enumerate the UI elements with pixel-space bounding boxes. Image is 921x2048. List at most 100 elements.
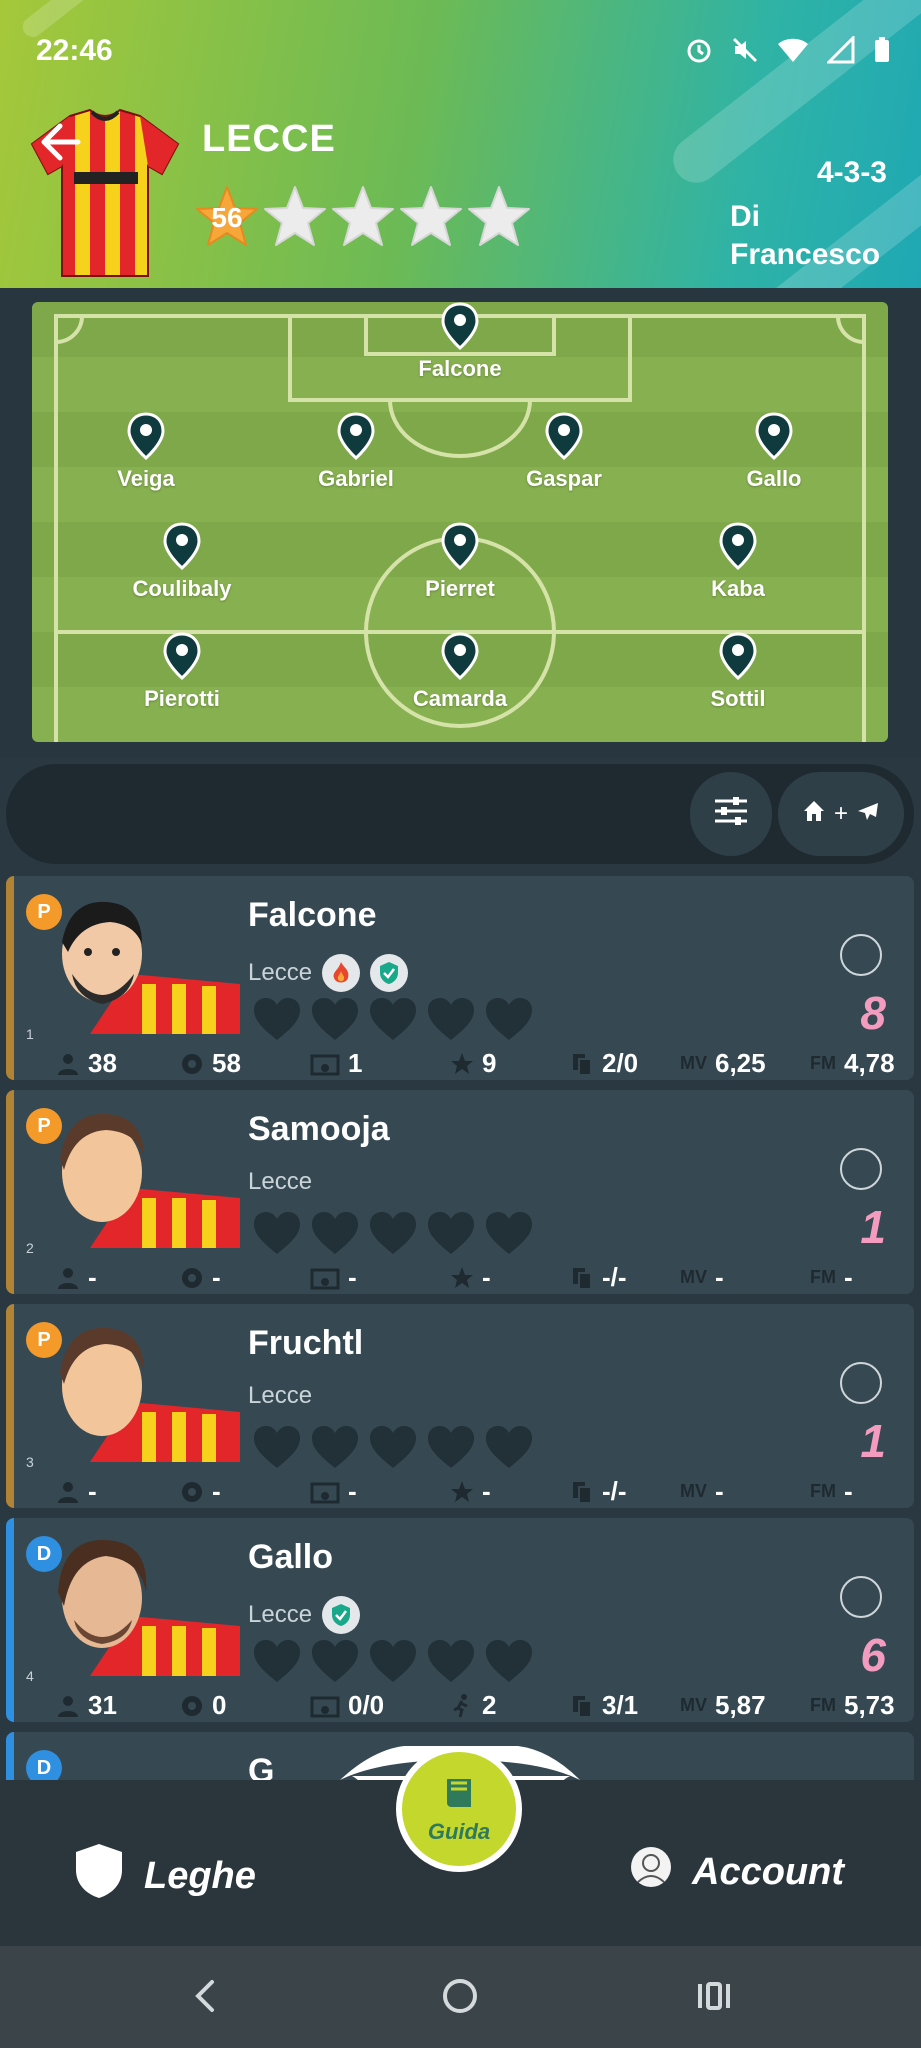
mute-icon <box>731 36 759 69</box>
star-icon <box>451 1266 473 1288</box>
rating-hearts <box>252 1638 534 1684</box>
rating-hearts <box>252 996 534 1042</box>
heart-icon <box>428 1212 474 1254</box>
player-card[interactable]: D 4 Gallo Lecce 6 31 0 0/0 2 3/1 MV 5,87 … <box>6 1518 914 1722</box>
player-stats-row: - - - - -/- MV - FM - <box>56 1262 914 1293</box>
cards-icon <box>573 1481 592 1504</box>
stat-stars: 9 <box>482 1048 497 1078</box>
stat-penalties: - <box>348 1476 357 1506</box>
pitch-player-camarda[interactable]: Camarda <box>360 632 560 712</box>
person-icon <box>58 1481 78 1503</box>
shield-check-icon <box>370 954 409 992</box>
heart-icon <box>254 1212 300 1254</box>
ball-icon <box>182 1267 202 1288</box>
star-empty-icon <box>330 184 396 250</box>
player-rank: 2 <box>26 1240 34 1256</box>
stat-fm: - <box>844 1476 853 1506</box>
pitch-player-gabriel[interactable]: Gabriel <box>256 412 456 492</box>
system-navigation-bar <box>0 1946 921 2048</box>
home-away-toggle-button[interactable]: + <box>778 772 904 856</box>
stat-presences: - <box>88 1476 97 1506</box>
pitch-player-coulibaly[interactable]: Coulibaly <box>82 522 282 602</box>
shield-check-icon <box>322 1596 361 1634</box>
player-card[interactable]: P 1 Falcone Lecce 8 38 58 1 9 2/0 MV 6,2… <box>6 876 914 1080</box>
heart-icon <box>370 1212 416 1254</box>
heart-icon <box>370 998 416 1040</box>
heart-icon <box>428 998 474 1040</box>
person-icon <box>58 1695 78 1717</box>
nav-guide-label: Guida <box>427 1819 491 1844</box>
pitch-player-name: Kaba <box>711 576 765 601</box>
stat-mv: 5,87 <box>715 1690 766 1720</box>
stat-mv: - <box>715 1262 724 1292</box>
team-coach: Di Francesco <box>730 200 881 271</box>
pitch-field: Falcone Veiga Gabriel Gaspar Gallo Couli… <box>32 302 888 742</box>
pitch-player-name: Veiga <box>117 466 175 491</box>
system-recents-icon[interactable] <box>694 1976 734 2016</box>
back-arrow-icon[interactable] <box>38 120 82 164</box>
pitch-player-veiga[interactable]: Veiga <box>46 412 246 492</box>
team-rating-stars: 56 <box>194 184 532 250</box>
stat-mv-label: MV <box>680 1695 707 1715</box>
player-score: 8 <box>860 987 886 1039</box>
player-card[interactable]: P 2 Samooja Lecce 1 - - - - -/- MV - FM - <box>6 1090 914 1294</box>
status-bar: 22:46 <box>0 0 921 100</box>
stat-mv: - <box>715 1476 724 1506</box>
pitch-player-falcone[interactable]: Falcone <box>360 302 560 382</box>
running-player-icon <box>453 1693 468 1717</box>
pitch-player-pierret[interactable]: Pierret <box>360 522 560 602</box>
pitch-section: Falcone Veiga Gabriel Gaspar Gallo Couli… <box>0 288 921 758</box>
team-name: LECCE <box>202 118 336 160</box>
home-away-separator: + <box>833 800 848 827</box>
stat-stars: - <box>482 1476 491 1506</box>
fire-icon <box>322 954 361 992</box>
stat-stars: - <box>482 1262 491 1292</box>
player-card[interactable]: P 3 Fruchtl Lecce 1 - - - - -/- MV - FM - <box>6 1304 914 1508</box>
system-back-icon[interactable] <box>186 1976 226 2016</box>
location-pin-icon <box>754 412 794 461</box>
select-player-radio[interactable] <box>840 1362 882 1404</box>
player-team: Lecce <box>248 1168 313 1195</box>
stat-penalties: 1 <box>348 1048 363 1078</box>
rating-hearts <box>252 1210 534 1256</box>
select-player-radio[interactable] <box>840 1576 882 1618</box>
system-home-icon[interactable] <box>440 1976 480 2016</box>
pitch-player-name: Sottil <box>710 686 766 711</box>
nav-guide-button[interactable]: Guida <box>396 1746 522 1872</box>
nav-leagues[interactable]: Leghe <box>74 1842 256 1910</box>
player-score: 1 <box>860 1201 886 1253</box>
sliders-icon <box>713 796 749 833</box>
stat-presences: 38 <box>88 1048 117 1078</box>
alarm-icon <box>685 36 713 69</box>
ball-icon <box>182 1053 202 1074</box>
player-stats-row: 31 0 0/0 2 3/1 MV 5,87 FM 5,73 <box>56 1690 914 1721</box>
pitch-player-sottil[interactable]: Sottil <box>638 632 838 712</box>
player-avatar <box>50 1108 240 1248</box>
nav-account-label: Account <box>692 1850 844 1893</box>
person-icon <box>58 1267 78 1289</box>
rating-hearts <box>252 1424 534 1470</box>
nav-account[interactable]: Account <box>630 1846 844 1898</box>
stat-stars: 2 <box>482 1690 497 1720</box>
pitch-player-kaba[interactable]: Kaba <box>638 522 838 602</box>
location-pin-icon <box>162 632 202 681</box>
player-stats-row: - - - - -/- MV - FM - <box>56 1476 914 1507</box>
player-name: Gallo <box>248 1538 334 1576</box>
goal-net-icon <box>310 1696 340 1717</box>
player-name: Fruchtl <box>248 1324 364 1362</box>
heart-icon <box>486 1212 532 1254</box>
pitch-player-gallo[interactable]: Gallo <box>674 412 874 492</box>
pitch-player-pierotti[interactable]: Pierotti <box>82 632 282 712</box>
select-player-radio[interactable] <box>840 934 882 976</box>
pitch-player-gaspar[interactable]: Gaspar <box>464 412 664 492</box>
filter-sliders-button[interactable] <box>690 772 772 856</box>
role-badge: P <box>26 1322 62 1358</box>
player-rank: 3 <box>26 1454 34 1470</box>
stat-mv-label: MV <box>680 1267 707 1287</box>
select-player-radio[interactable] <box>840 1148 882 1190</box>
location-pin-icon <box>162 522 202 571</box>
stat-goals: - <box>212 1262 221 1292</box>
shield-icon <box>74 1842 124 1910</box>
player-stats-row: 38 58 1 9 2/0 MV 6,25 FM 4,78 <box>56 1048 914 1079</box>
star-icon <box>451 1052 473 1074</box>
